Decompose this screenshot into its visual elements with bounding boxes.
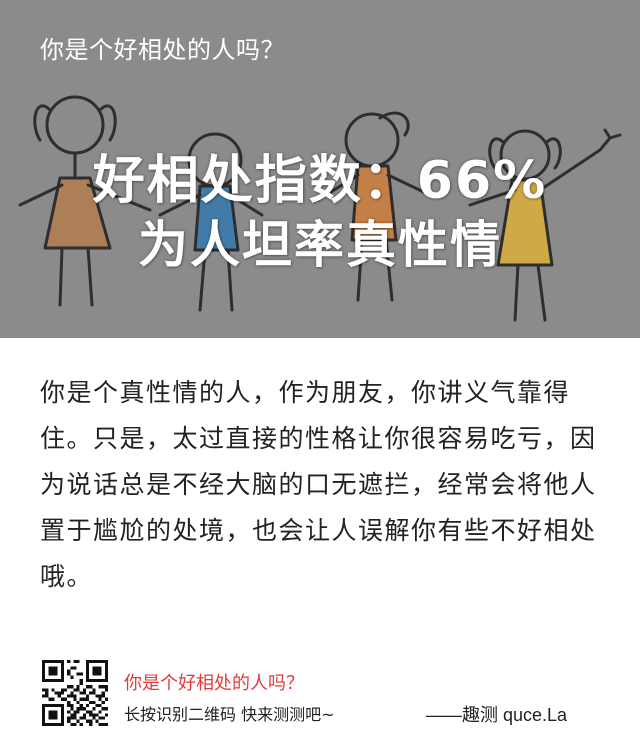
result-score: 好相处指数：66% [92, 151, 548, 211]
quiz-title: 你是个好相处的人吗？ [40, 36, 285, 64]
result-banner: 你是个好相处的人吗？ 好相处指数：66% 为人坦率真性情 [0, 0, 640, 338]
share-footer: 你是个好相处的人吗？ 长按识别二维码 快来测测吧~ ——趣测 quce.La [0, 655, 640, 752]
result-label: 为人坦率真性情 [138, 216, 502, 274]
promo-title: 你是个好相处的人吗？ [124, 673, 304, 694]
qr-code-icon[interactable] [42, 660, 108, 726]
site-credit: ——趣测 quce.La [426, 705, 568, 725]
result-description: 你是个真性情的人，作为朋友，你讲义气靠得住。只是，太过直接的性格让你很容易吃亏，… [40, 378, 597, 591]
promo-subtitle: 长按识别二维码 快来测测吧~ [124, 705, 335, 724]
